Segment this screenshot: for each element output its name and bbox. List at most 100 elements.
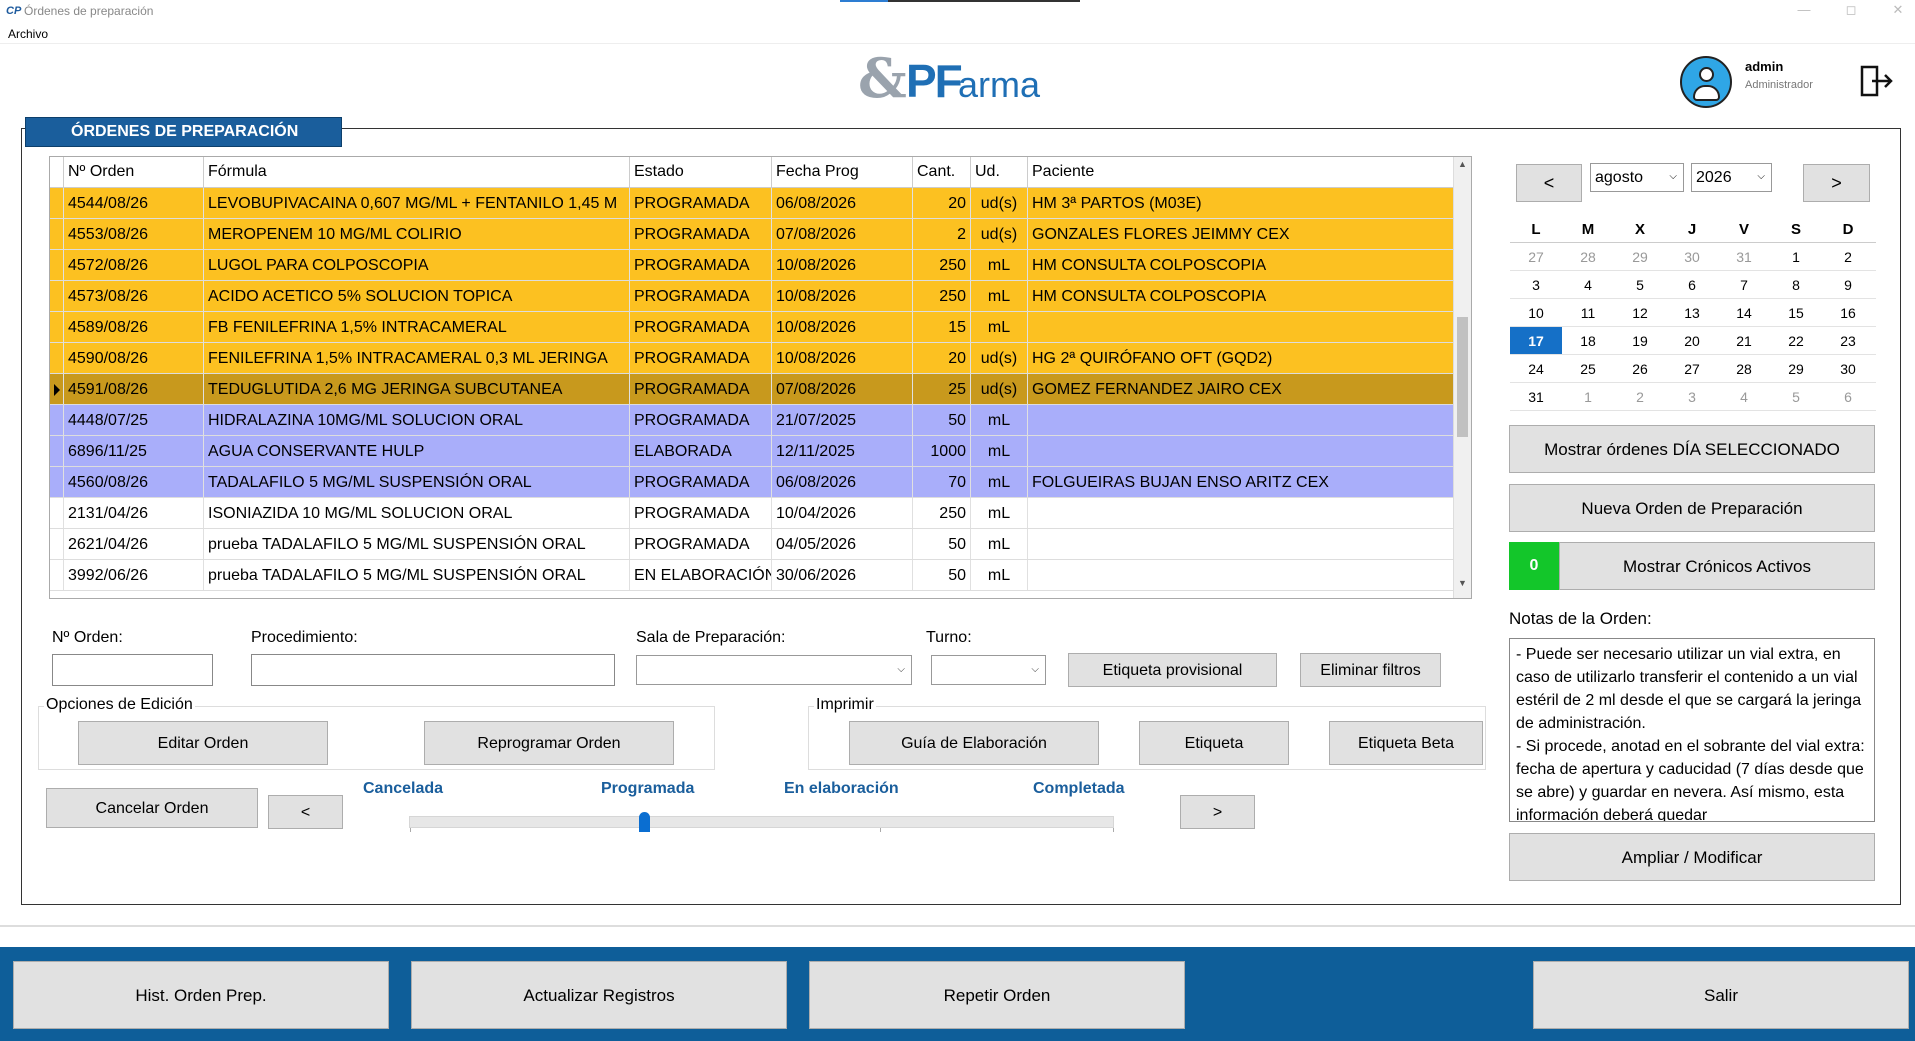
col-estado[interactable]: Estado: [630, 157, 772, 187]
etiqueta-provisional-button[interactable]: Etiqueta provisional: [1068, 653, 1277, 687]
table-row[interactable]: 4591/08/26 TEDUGLUTIDA 2,6 MG JERINGA SUB…: [50, 374, 1455, 405]
turno-filter-select[interactable]: ⌵: [931, 655, 1046, 685]
etiqueta-button[interactable]: Etiqueta: [1139, 721, 1289, 765]
cancelar-orden-button[interactable]: Cancelar Orden: [46, 788, 258, 828]
table-row[interactable]: 4589/08/26 FB FENILEFRINA 1,5% INTRACAMER…: [50, 312, 1455, 343]
table-row[interactable]: 4572/08/26 LUGOL PARA COLPOSCOPIA PROGRAMA…: [50, 250, 1455, 281]
row-header[interactable]: [50, 436, 64, 466]
scroll-down-icon[interactable]: ▼: [1454, 578, 1471, 596]
calendar-day[interactable]: 13: [1666, 299, 1718, 326]
row-header[interactable]: [50, 467, 64, 497]
nueva-orden-button[interactable]: Nueva Orden de Preparación: [1509, 484, 1875, 532]
calendar-day[interactable]: 1: [1562, 383, 1614, 410]
col-paciente[interactable]: Paciente: [1028, 157, 1455, 187]
table-row[interactable]: 4573/08/26 ACIDO ACETICO 5% SOLUCION TOPI…: [50, 281, 1455, 312]
orders-grid[interactable]: Nº Orden Fórmula Estado Fecha Prog Cant.…: [49, 156, 1472, 599]
row-header[interactable]: [50, 219, 64, 249]
row-header[interactable]: [50, 498, 64, 528]
guia-elaboracion-button[interactable]: Guía de Elaboración: [849, 721, 1099, 765]
col-cant[interactable]: Cant.: [913, 157, 971, 187]
row-header[interactable]: [50, 374, 64, 404]
sala-filter-select[interactable]: ⌵: [636, 655, 912, 685]
col-ud[interactable]: Ud.: [971, 157, 1028, 187]
calendar-prev-button[interactable]: <: [1516, 164, 1582, 202]
table-row[interactable]: 6896/11/25 AGUA CONSERVANTE HULP ELABORADA…: [50, 436, 1455, 467]
calendar-day[interactable]: 23: [1822, 327, 1874, 354]
col-fecha[interactable]: Fecha Prog: [772, 157, 913, 187]
orden-filter-input[interactable]: [52, 654, 213, 686]
maximize-icon[interactable]: ◻: [1841, 2, 1861, 20]
calendar-day[interactable]: 10: [1510, 299, 1562, 326]
repetir-orden-button[interactable]: Repetir Orden: [809, 961, 1185, 1029]
calendar-next-button[interactable]: >: [1803, 164, 1870, 202]
calendar-day[interactable]: 2: [1614, 383, 1666, 410]
mostrar-cronicos-button[interactable]: Mostrar Crónicos Activos: [1559, 542, 1875, 590]
calendar-day[interactable]: 29: [1770, 355, 1822, 382]
table-row[interactable]: 3992/06/26 prueba TADALAFILO 5 MG/ML SUSP…: [50, 560, 1455, 591]
table-row[interactable]: 4560/08/26 TADALAFILO 5 MG/ML SUSPENSIÓN …: [50, 467, 1455, 498]
row-header[interactable]: [50, 343, 64, 373]
calendar-day[interactable]: 30: [1666, 243, 1718, 270]
table-row[interactable]: 2621/04/26 prueba TADALAFILO 5 MG/ML SUSP…: [50, 529, 1455, 560]
notas-textarea[interactable]: - Puede ser necesario utilizar un vial e…: [1509, 638, 1875, 822]
table-row[interactable]: 4590/08/26 FENILEFRINA 1,5% INTRACAMERAL …: [50, 343, 1455, 374]
menu-archivo[interactable]: Archivo: [8, 27, 48, 41]
row-header[interactable]: [50, 250, 64, 280]
calendar-day[interactable]: 11: [1562, 299, 1614, 326]
table-row[interactable]: 4544/08/26 LEVOBUPIVACAINA 0,607 MG/ML + …: [50, 188, 1455, 219]
calendar-day[interactable]: 29: [1614, 243, 1666, 270]
row-header[interactable]: [50, 312, 64, 342]
row-header[interactable]: [50, 560, 64, 590]
ampliar-modificar-button[interactable]: Ampliar / Modificar: [1509, 833, 1875, 881]
grid-scrollbar[interactable]: ▲ ▼: [1453, 157, 1471, 598]
row-header[interactable]: [50, 529, 64, 559]
eliminar-filtros-button[interactable]: Eliminar filtros: [1300, 653, 1441, 687]
calendar-day[interactable]: 20: [1666, 327, 1718, 354]
calendar-day[interactable]: 21: [1718, 327, 1770, 354]
row-header[interactable]: [50, 281, 64, 311]
close-icon[interactable]: ✕: [1888, 2, 1908, 20]
scroll-up-icon[interactable]: ▲: [1454, 159, 1471, 177]
calendar-day[interactable]: 18: [1562, 327, 1614, 354]
table-row[interactable]: 4553/08/26 MEROPENEM 10 MG/ML COLIRIO PROG…: [50, 219, 1455, 250]
calendar-day[interactable]: 9: [1822, 271, 1874, 298]
calendar-day[interactable]: 30: [1822, 355, 1874, 382]
calendar-day[interactable]: 6: [1666, 271, 1718, 298]
calendar-day[interactable]: 14: [1718, 299, 1770, 326]
salir-button[interactable]: Salir: [1533, 961, 1909, 1029]
calendar-day[interactable]: 22: [1770, 327, 1822, 354]
calendar-day[interactable]: 25: [1562, 355, 1614, 382]
workflow-prev-button[interactable]: <: [268, 795, 343, 829]
calendar-day[interactable]: 1: [1770, 243, 1822, 270]
calendar-day[interactable]: 31: [1718, 243, 1770, 270]
row-header[interactable]: [50, 188, 64, 218]
calendar-month-select[interactable]: agosto ⌵: [1590, 163, 1684, 192]
col-orden[interactable]: Nº Orden: [64, 157, 204, 187]
procedimiento-filter-input[interactable]: [251, 654, 615, 686]
calendar-day[interactable]: 2: [1822, 243, 1874, 270]
etiqueta-beta-button[interactable]: Etiqueta Beta: [1329, 721, 1483, 765]
calendar-day[interactable]: 27: [1666, 355, 1718, 382]
calendar-day[interactable]: 12: [1614, 299, 1666, 326]
calendar-day[interactable]: 16: [1822, 299, 1874, 326]
calendar-day[interactable]: 15: [1770, 299, 1822, 326]
calendar-day[interactable]: 28: [1562, 243, 1614, 270]
editar-orden-button[interactable]: Editar Orden: [78, 721, 328, 765]
calendar-day[interactable]: 24: [1510, 355, 1562, 382]
user-avatar-icon[interactable]: [1680, 56, 1732, 108]
col-formula[interactable]: Fórmula: [204, 157, 630, 187]
mostrar-dia-button[interactable]: Mostrar órdenes DÍA SELECCIONADO: [1509, 425, 1875, 473]
logout-icon[interactable]: [1860, 64, 1894, 98]
calendar-day[interactable]: 3: [1666, 383, 1718, 410]
actualizar-registros-button[interactable]: Actualizar Registros: [411, 961, 787, 1029]
scroll-thumb[interactable]: [1457, 317, 1468, 437]
hist-orden-button[interactable]: Hist. Orden Prep.: [13, 961, 389, 1029]
workflow-next-button[interactable]: >: [1180, 795, 1255, 829]
calendar-day[interactable]: 5: [1770, 383, 1822, 410]
calendar-day[interactable]: 4: [1718, 383, 1770, 410]
calendar-day[interactable]: 6: [1822, 383, 1874, 410]
row-header[interactable]: [50, 405, 64, 435]
workflow-slider-thumb[interactable]: [639, 812, 650, 832]
table-row[interactable]: 4448/07/25 HIDRALAZINA 10MG/ML SOLUCION O…: [50, 405, 1455, 436]
minimize-icon[interactable]: —: [1794, 2, 1814, 20]
